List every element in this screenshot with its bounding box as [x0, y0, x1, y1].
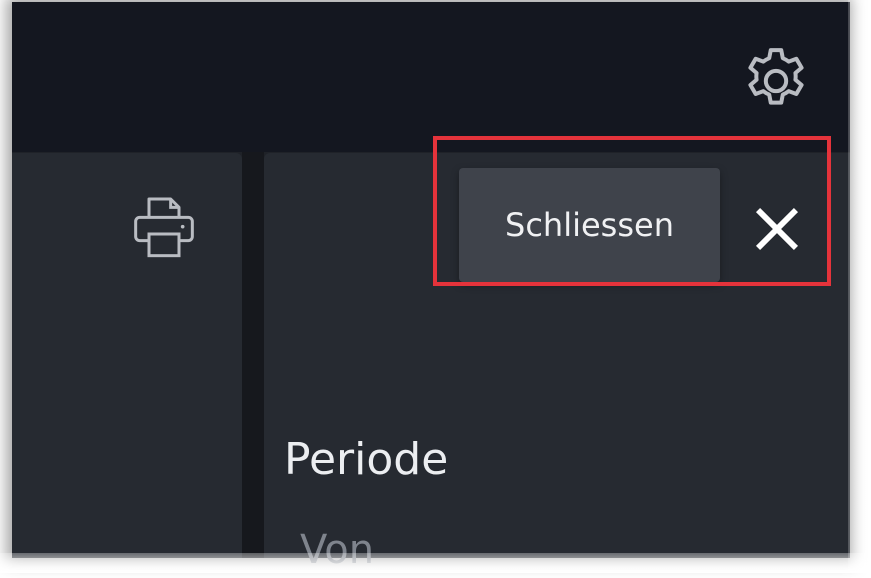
top-header-bar [12, 2, 850, 152]
gear-icon[interactable] [739, 44, 813, 118]
close-tooltip: Schliessen [459, 168, 720, 282]
panel-divider [242, 152, 264, 558]
edge-fade-bottom [0, 553, 871, 573]
printer-icon[interactable] [124, 189, 204, 269]
left-panel [12, 153, 242, 558]
edge-fade [848, 0, 871, 573]
close-icon[interactable] [748, 200, 806, 258]
section-title-periode: Periode [284, 434, 449, 485]
